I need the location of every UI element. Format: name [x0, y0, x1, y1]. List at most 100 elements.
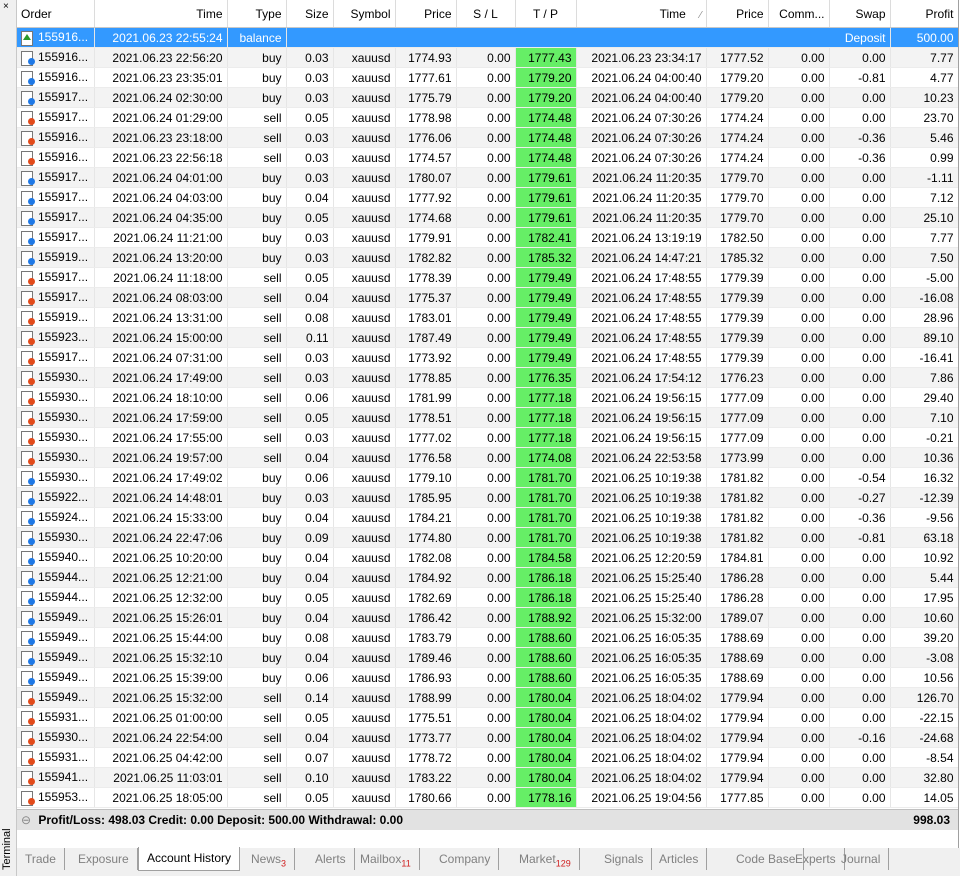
sell-deal-icon	[21, 690, 35, 706]
column-header-label: Comm...	[779, 6, 825, 21]
swap-cell: -0.81	[829, 527, 891, 548]
table-row[interactable]: 155917... 2021.06.24 07:31:00 sell 0.03 xauu…	[17, 347, 958, 368]
column-header[interactable]: Comm...	[768, 0, 830, 28]
table-row[interactable]: 155916... 2021.06.23 23:18:00 sell 0.03 xauu…	[17, 127, 958, 148]
profit-cell: 14.05	[890, 787, 958, 808]
order-id: 155917...	[38, 210, 89, 225]
tab-news[interactable]: News3	[243, 848, 296, 870]
swap-cell: 0.00	[829, 687, 891, 708]
close-time-cell: 2021.06.25 10:19:38	[576, 527, 707, 548]
table-row[interactable]: 155944... 2021.06.25 12:32:00 buy 0.05 xauus…	[17, 587, 958, 608]
order-cell: 155931...	[17, 707, 95, 728]
tab-trade[interactable]: Trade	[17, 848, 65, 870]
tab-articles[interactable]: Articles	[651, 848, 708, 870]
collapse-icon[interactable]: ⊖	[21, 810, 31, 830]
column-header[interactable]: S / L	[456, 0, 516, 28]
table-row[interactable]: 155919... 2021.06.24 13:31:00 sell 0.08 xauu…	[17, 307, 958, 328]
profit-cell: -5.00	[890, 267, 958, 288]
tab-signals[interactable]: Signals	[596, 848, 653, 870]
tab-company[interactable]: Company	[431, 848, 500, 870]
table-row[interactable]: 155931... 2021.06.25 04:42:00 sell 0.07 xauu…	[17, 747, 958, 768]
column-header[interactable]: Price	[395, 0, 457, 28]
tab-alerts[interactable]: Alerts	[307, 848, 355, 870]
profit-cell: 63.18	[890, 527, 958, 548]
table-row[interactable]: 155930... 2021.06.24 17:55:00 sell 0.03 xauu…	[17, 427, 958, 448]
table-row[interactable]: 155949... 2021.06.25 15:32:10 buy 0.04 xauus…	[17, 647, 958, 668]
size-cell: 0.05	[286, 207, 334, 228]
tab-mailbox[interactable]: Mailbox11	[352, 848, 420, 870]
header-row: Order Time Type Size Symbol Price S / L T / P Ti…	[17, 0, 958, 28]
swap-cell: 0.00	[829, 387, 891, 408]
close-time-cell: 2021.06.25 12:20:59	[576, 547, 707, 568]
close-time-cell: 2021.06.25 18:04:02	[576, 687, 707, 708]
table-row[interactable]: 155930... 2021.06.24 22:54:00 sell 0.04 xauu…	[17, 727, 958, 748]
column-header[interactable]: Order	[17, 0, 95, 28]
close-icon[interactable]: ×	[3, 1, 9, 13]
table-row[interactable]: 155949... 2021.06.25 15:26:01 buy 0.04 xauus…	[17, 607, 958, 628]
column-header[interactable]: Type	[227, 0, 287, 28]
close-time-cell: 2021.06.24 11:20:35	[576, 207, 707, 228]
tab-journal[interactable]: Journal	[833, 848, 890, 870]
tab-market[interactable]: Market129	[511, 848, 580, 870]
table-row[interactable]: 155930... 2021.06.24 17:59:00 sell 0.05 xauu…	[17, 407, 958, 428]
table-row[interactable]: 155949... 2021.06.25 15:32:00 sell 0.14 xauu…	[17, 687, 958, 708]
profit-cell: -3.08	[890, 647, 958, 668]
buy-deal-icon	[21, 550, 35, 566]
table-row-balance[interactable]: 155916... 2021.06.23 22:55:24 balance Depos…	[17, 27, 958, 48]
table-row[interactable]: 155949... 2021.06.25 15:44:00 buy 0.08 xauus…	[17, 627, 958, 648]
sell-deal-icon	[21, 430, 35, 446]
table-row[interactable]: 155917... 2021.06.24 04:01:00 buy 0.03 xauus…	[17, 167, 958, 188]
close-price-cell: 1779.39	[706, 327, 769, 348]
table-row[interactable]: 155941... 2021.06.25 11:03:01 sell 0.10 xauu…	[17, 767, 958, 788]
symbol-cell: xauusd	[333, 327, 396, 348]
table-row[interactable]: 155917... 2021.06.24 11:18:00 sell 0.05 xauu…	[17, 267, 958, 288]
table-row[interactable]: 155922... 2021.06.24 14:48:01 buy 0.03 xauus…	[17, 487, 958, 508]
table-row[interactable]: 155923... 2021.06.24 15:00:00 sell 0.11 xauu…	[17, 327, 958, 348]
tab-exposure[interactable]: Exposure	[70, 848, 138, 870]
table-row[interactable]: 155931... 2021.06.25 01:00:00 sell 0.05 xauu…	[17, 707, 958, 728]
table-row[interactable]: 155917... 2021.06.24 11:21:00 buy 0.03 xauus…	[17, 227, 958, 248]
table-row[interactable]: 155916... 2021.06.23 22:56:20 buy 0.03 xauus…	[17, 47, 958, 68]
table-row[interactable]: 155953... 2021.06.25 18:05:00 sell 0.05 xauu…	[17, 787, 958, 808]
symbol-cell: xauusd	[333, 407, 396, 428]
table-row[interactable]: 155940... 2021.06.25 10:20:00 buy 0.04 xauus…	[17, 547, 958, 568]
table-row[interactable]: 155930... 2021.06.24 18:10:00 sell 0.06 xauu…	[17, 387, 958, 408]
column-header[interactable]: Size	[286, 0, 334, 28]
commission-cell: 0.00	[768, 307, 830, 328]
table-row[interactable]: 155917... 2021.06.24 04:35:00 buy 0.05 xauus…	[17, 207, 958, 228]
table-row[interactable]: 155930... 2021.06.24 19:57:00 sell 0.04 xauu…	[17, 447, 958, 468]
column-header[interactable]: Profit	[890, 0, 958, 28]
type-cell: buy	[227, 467, 287, 488]
column-header[interactable]: Time	[94, 0, 228, 28]
column-header[interactable]: Time ⁄	[576, 0, 707, 28]
sell-deal-icon	[21, 390, 35, 406]
table-row[interactable]: 155916... 2021.06.23 22:56:18 sell 0.03 xauu…	[17, 147, 958, 168]
commission-cell: 0.00	[768, 187, 830, 208]
table-row[interactable]: 155916... 2021.06.23 23:35:01 buy 0.03 xauus…	[17, 67, 958, 88]
tp-cell: 1777.18	[515, 427, 577, 448]
size-cell: 0.05	[286, 707, 334, 728]
table-row[interactable]: 155949... 2021.06.25 15:39:00 buy 0.06 xauus…	[17, 667, 958, 688]
commission-cell: 0.00	[768, 547, 830, 568]
table-row[interactable]: 155944... 2021.06.25 12:21:00 buy 0.04 xauus…	[17, 567, 958, 588]
table-row[interactable]: 155917... 2021.06.24 01:29:00 sell 0.05 xauu…	[17, 107, 958, 128]
column-header[interactable]: Price	[706, 0, 769, 28]
table-row[interactable]: 155930... 2021.06.24 17:49:02 buy 0.06 xauus…	[17, 467, 958, 488]
table-row[interactable]: 155917... 2021.06.24 02:30:00 buy 0.03 xauus…	[17, 87, 958, 108]
table-row[interactable]: 155930... 2021.06.24 22:47:06 buy 0.09 xauus…	[17, 527, 958, 548]
sl-cell: 0.00	[456, 87, 516, 108]
table-row[interactable]: 155919... 2021.06.24 13:20:00 buy 0.03 xauus…	[17, 247, 958, 268]
symbol-cell: xauusd	[333, 567, 396, 588]
sl-cell: 0.00	[456, 247, 516, 268]
table-row[interactable]: 155924... 2021.06.24 15:33:00 buy 0.04 xauus…	[17, 507, 958, 528]
table-row[interactable]: 155930... 2021.06.24 17:49:00 sell 0.03 xauu…	[17, 367, 958, 388]
column-header[interactable]: Swap	[829, 0, 891, 28]
swap-cell: 0.00	[829, 647, 891, 668]
table-row[interactable]: 155917... 2021.06.24 08:03:00 sell 0.04 xauu…	[17, 287, 958, 308]
sl-cell: 0.00	[456, 767, 516, 788]
column-header[interactable]: T / P	[515, 0, 577, 28]
column-header[interactable]: Symbol	[333, 0, 396, 28]
table-row[interactable]: 155917... 2021.06.24 04:03:00 buy 0.04 xauus…	[17, 187, 958, 208]
profit-cell: 89.10	[890, 327, 958, 348]
tab-account-history[interactable]: Account History	[138, 847, 241, 871]
